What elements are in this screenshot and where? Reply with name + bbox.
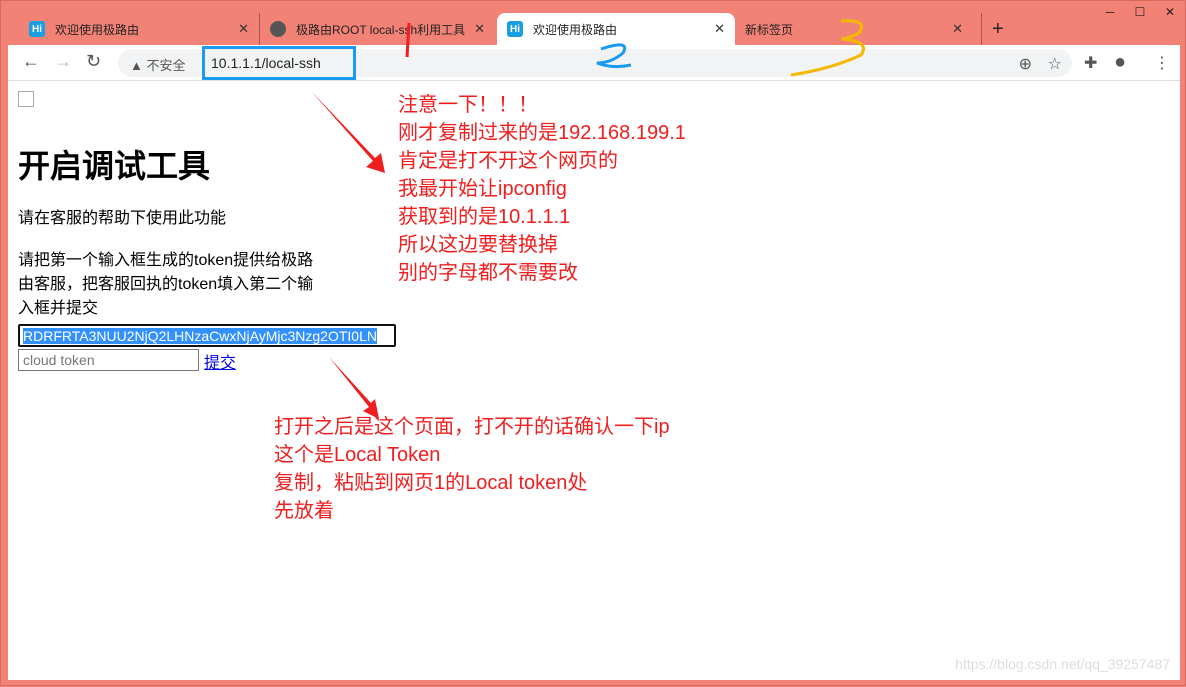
mark-1 — [405, 22, 411, 58]
arrow-annotation-2 — [329, 357, 379, 419]
browser-window: Hi 欢迎使用极路由 ✕ 极路由ROOT local-ssh利用工具 ✕ Hi 欢迎使用… — [0, 0, 1186, 686]
mark-2 — [596, 43, 632, 69]
arrow-annotation-1 — [311, 91, 385, 173]
mark-3 — [790, 19, 865, 77]
annotation-layer — [311, 19, 865, 419]
